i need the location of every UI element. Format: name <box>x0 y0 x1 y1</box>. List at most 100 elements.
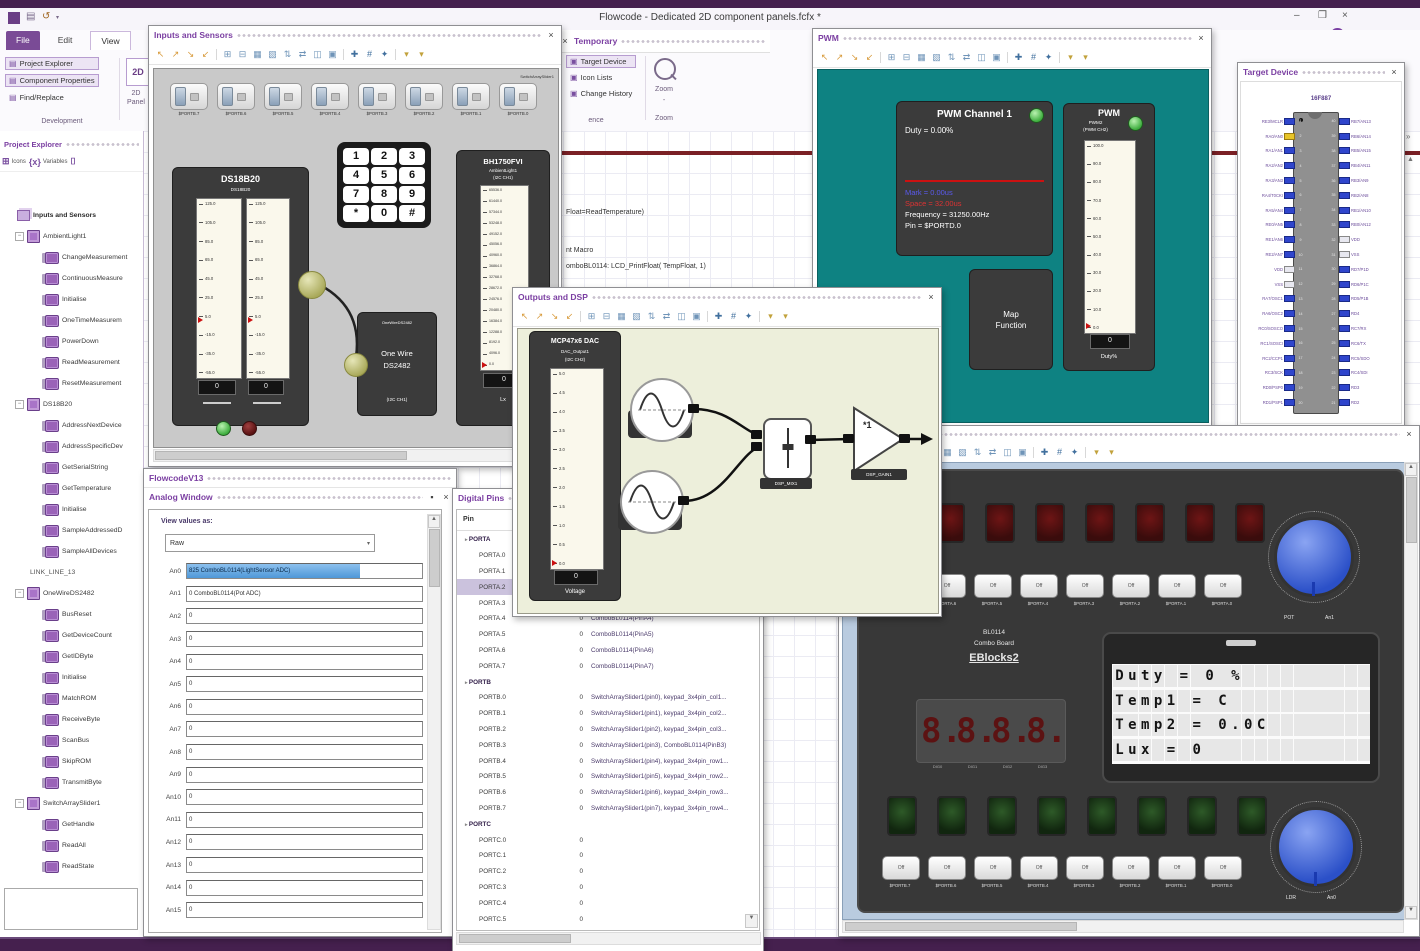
off-button[interactable]: Off <box>1112 856 1150 880</box>
off-button[interactable]: Off <box>974 574 1012 598</box>
dsp-mix-component[interactable] <box>763 418 812 480</box>
chip-pin-row[interactable]: 32 VDD <box>1329 232 1401 247</box>
tree-item[interactable]: GetSerialString <box>2 457 142 478</box>
toolbar-icon[interactable]: ▧ <box>266 48 279 61</box>
digital-pin-row[interactable]: PORTC.2 0 <box>457 864 759 880</box>
toolbar-icon[interactable] <box>880 51 881 63</box>
port-switch[interactable]: Off $PORTB.3 <box>1066 856 1104 888</box>
tree-item[interactable]: − OneWireDS2482 <box>2 583 142 604</box>
digital-pin-row[interactable]: PORTC <box>457 816 759 832</box>
digital-pin-row[interactable]: PORTA.5 0 ComboBL0114(PinA5) <box>457 627 759 643</box>
tree-item[interactable]: GetIDByte <box>2 646 142 667</box>
pot-knob[interactable] <box>1268 511 1360 603</box>
chip-pin-row[interactable]: RE1/AN6 9 <box>1243 232 1305 247</box>
toolbar-icon[interactable]: ▾ <box>400 48 413 61</box>
toolbar-icon[interactable]: ◫ <box>975 51 988 64</box>
off-button[interactable]: Off <box>1204 856 1242 880</box>
chip-pin-row[interactable]: 33 RB0/AN12 <box>1329 218 1401 233</box>
digital-pin-row[interactable]: PORTC.0 0 <box>457 832 759 848</box>
chip-pin-row[interactable]: 30 RD7/P1D <box>1329 262 1401 277</box>
toolbar-icon[interactable]: ▾ <box>1079 51 1092 64</box>
port-switch[interactable]: $PORTB.7 <box>170 83 208 116</box>
chip-pin-row[interactable]: RA6/OSC2 14 <box>1243 306 1305 321</box>
chip-pin-row[interactable]: RD0/PSP0 19 <box>1243 380 1305 395</box>
chip-pin-row[interactable]: RC3/SCK 18 <box>1243 366 1305 381</box>
chip-pin-row[interactable]: RD1/PSP1 20 <box>1243 395 1305 410</box>
tree-item[interactable]: PowerDown <box>2 331 142 352</box>
window-titlebar[interactable]: Inputs and Sensors × <box>149 26 561 44</box>
toolbar-icon[interactable]: ↙ <box>863 51 876 64</box>
close-icon[interactable]: × <box>546 30 556 40</box>
tree-item[interactable]: AddressNextDevice <box>2 415 142 436</box>
toolbar-icon[interactable]: ▾ <box>1090 446 1103 459</box>
toggle-switch[interactable] <box>311 83 349 110</box>
chip-pin-row[interactable]: 31 VSS <box>1329 247 1401 262</box>
tree-item[interactable]: SkipROM <box>2 751 142 772</box>
horizontal-scrollbar[interactable] <box>153 449 559 462</box>
tree-item[interactable]: ChangeMeasurement <box>2 247 142 268</box>
ribbon-button[interactable]: ▤ Find/Replace <box>5 91 99 104</box>
toolbar-icon[interactable]: ↘ <box>548 310 561 323</box>
tree-item[interactable]: SampleAllDevices <box>2 541 142 562</box>
digital-pin-row[interactable]: PORTB.6 0 SwitchArraySlider1(pin6), keypad… <box>457 785 759 801</box>
digital-pin-row[interactable]: PORTB.2 0 SwitchArraySlider1(pin2), keypad… <box>457 722 759 738</box>
port-switch[interactable]: Off $PORTA.1 <box>1158 574 1196 606</box>
port-switch[interactable]: Off $PORTA.3 <box>1066 574 1104 606</box>
chip-pin-row[interactable]: RE2/AN7 10 <box>1243 247 1305 262</box>
toolbar-icon[interactable]: ✚ <box>712 310 725 323</box>
analog-window-titlebar[interactable]: Analog Window ▪ × <box>144 487 456 506</box>
dsp-wave2-generator[interactable] <box>620 470 684 534</box>
digital-pin-row[interactable]: PORTC.1 0 <box>457 848 759 864</box>
port-switch[interactable]: Off $PORTB.0 <box>1204 856 1242 888</box>
toolbar-icon[interactable] <box>1007 51 1008 63</box>
chip-pin-row[interactable]: RC2/CCP1 17 <box>1243 351 1305 366</box>
tree-expander[interactable]: − <box>15 799 24 808</box>
analog-value-field[interactable]: 0 <box>186 744 423 761</box>
toolbar-icon[interactable]: # <box>1053 446 1066 459</box>
digital-pin-row[interactable]: PORTC.3 0 <box>457 880 759 896</box>
analog-value-field[interactable]: 0 <box>186 608 423 625</box>
tree-expander[interactable]: − <box>15 232 24 241</box>
keypad-key[interactable]: 6 <box>399 167 425 184</box>
port-switch[interactable]: Off $PORTB.4 <box>1020 856 1058 888</box>
port-switch[interactable]: Off $PORTB.6 <box>928 856 966 888</box>
toolbar-icon[interactable]: ⇄ <box>296 48 309 61</box>
scroll-down-icon[interactable]: ▼ <box>745 914 758 928</box>
chip-pin-row[interactable]: RA7/OSC1 13 <box>1243 292 1305 307</box>
tree-item[interactable]: ReadState <box>2 856 142 877</box>
off-button[interactable]: Off <box>1020 574 1058 598</box>
toolbar-icon[interactable]: ⊟ <box>900 51 913 64</box>
toolbar-icon[interactable]: ✚ <box>1038 446 1051 459</box>
analog-value-field[interactable]: 0 <box>186 676 423 693</box>
canvas-scroll-up-icon[interactable]: ▲ <box>1407 156 1414 163</box>
ribbon-button[interactable]: ▤ Component Properties <box>5 74 99 87</box>
analog-value-field[interactable]: 0 <box>186 834 423 851</box>
chip-pin-row[interactable]: 28 RD5/P1B <box>1329 292 1401 307</box>
dac-voltage-slider[interactable]: 5.0 4.5 4.0 3.5 3.0 2.5 2.0 1.5 1.0 0.5 0.0 <box>550 368 604 570</box>
port-switch[interactable]: Off $PORTA.2 <box>1112 574 1150 606</box>
close-icon[interactable]: × <box>1389 67 1399 77</box>
ribbon-toggle[interactable]: ▣ Icon Lists <box>566 71 636 84</box>
restore-button[interactable]: ❐ <box>1318 10 1327 21</box>
toolbar-icon[interactable]: ▾ <box>764 310 777 323</box>
off-button[interactable]: Off <box>1066 574 1104 598</box>
toolbar-icon[interactable]: ⇅ <box>281 48 294 61</box>
toolbar-icon[interactable]: ⇅ <box>645 310 658 323</box>
toolbar-icon[interactable]: ⇅ <box>945 51 958 64</box>
toolbar-icon[interactable]: ↘ <box>184 48 197 61</box>
off-button[interactable]: Off <box>1158 856 1196 880</box>
tree-item[interactable]: − DS18B20 <box>2 394 142 415</box>
explorer-tool[interactable]: {x} Variables <box>29 157 68 167</box>
port-switch[interactable]: $PORTB.6 <box>217 83 255 116</box>
close-icon[interactable]: × <box>1196 33 1206 43</box>
toolbar-icon[interactable]: ↖ <box>518 310 531 323</box>
tree-expander[interactable]: − <box>15 589 24 598</box>
view-values-dropdown[interactable]: Raw ▾ <box>165 534 375 552</box>
tree-item[interactable]: ResetMeasurement <box>2 373 142 394</box>
keypad-key[interactable]: 8 <box>371 186 397 203</box>
keypad-key[interactable]: 7 <box>343 186 369 203</box>
minimize-button[interactable]: – <box>1294 10 1300 21</box>
ribbon-button[interactable]: ▤ Project Explorer <box>5 57 99 70</box>
toolbar-icon[interactable] <box>343 48 344 60</box>
tree-item[interactable]: Initialise <box>2 289 142 310</box>
